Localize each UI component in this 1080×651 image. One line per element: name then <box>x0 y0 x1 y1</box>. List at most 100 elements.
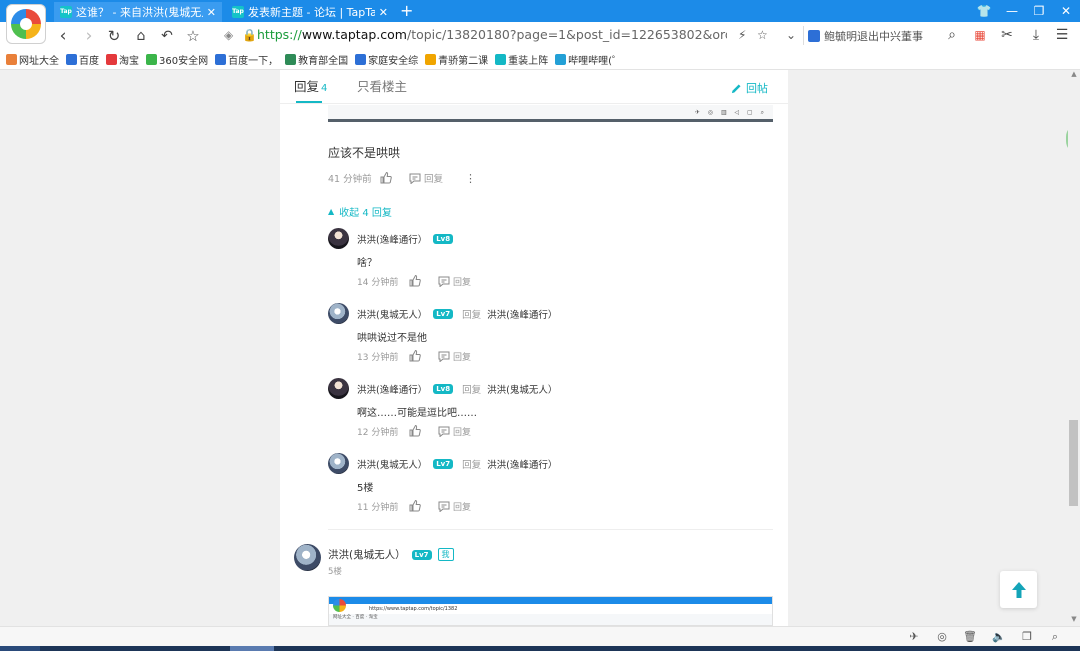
back-icon[interactable]: ‹ <box>52 25 74 47</box>
username[interactable]: 洪洪(逸峰通行） <box>357 232 427 246</box>
person-icon <box>425 53 437 65</box>
username[interactable]: 洪洪(逸峰通行） <box>357 382 427 396</box>
reply-text: 5楼 <box>357 483 374 494</box>
level-badge: Lv8 <box>433 384 454 394</box>
reply-button[interactable]: 回复 <box>424 171 443 185</box>
reply-meta: 14 分钟前 回复 <box>357 273 493 289</box>
taskbar-app-browser[interactable] <box>230 646 274 651</box>
comment-icon[interactable] <box>438 501 450 512</box>
back-to-top-button[interactable] <box>1000 571 1037 608</box>
menu-icon[interactable]: ☰ <box>1051 25 1073 46</box>
start-button[interactable] <box>0 646 40 651</box>
image-toolbar-icons: ✈ ◎ ▥ ◁ ▢ ⌕ <box>694 109 767 116</box>
tab-replies[interactable]: 回复 4 <box>294 79 327 96</box>
search-box[interactable]: 鲍毓明退出中兴董事 <box>808 25 963 46</box>
close-window-button[interactable]: ✕ <box>1052 1 1080 21</box>
post-screenshot-image[interactable]: https://www.taptap.com/topic/1382 网址大全 ·… <box>328 596 773 626</box>
comment-icon[interactable] <box>438 276 450 287</box>
scissors-icon[interactable]: ✂ <box>996 25 1018 46</box>
shirt-icon[interactable]: 👕 <box>970 1 998 21</box>
scrollbar-thumb[interactable] <box>1069 420 1078 506</box>
reply-button[interactable]: 回复 <box>453 425 471 438</box>
collapse-replies-button[interactable]: ▲ 收起 4 回复 <box>328 204 392 219</box>
screenshot-bookmark-label: 网址大全 <box>333 615 351 620</box>
zoom-icon[interactable]: ⌕ <box>1047 630 1063 644</box>
reply-meta: 11 分钟前 回复 <box>357 498 493 514</box>
taptap-icon: Tap <box>60 6 72 18</box>
username[interactable]: 洪洪(鬼城无人） <box>357 457 427 471</box>
trash-icon[interactable]: 🗑 <box>962 630 978 644</box>
download-icon[interactable]: ⤓ <box>1025 25 1047 46</box>
reply-author-row: 洪洪(鬼城无人） Lv7 回复 洪洪(逸峰通行） <box>357 307 557 321</box>
rocket-icon[interactable]: ✈ <box>906 630 922 644</box>
bookmark-item[interactable]: 哔哩哔哩(゜ <box>555 52 622 67</box>
bookmark-item[interactable]: 重装上阵 <box>495 52 548 67</box>
browser-logo[interactable] <box>6 4 46 44</box>
avatar[interactable] <box>328 228 349 249</box>
reload-icon[interactable]: ↻ <box>103 25 125 47</box>
avatar[interactable] <box>328 453 349 474</box>
comment-icon[interactable] <box>438 351 450 362</box>
scroll-up-icon[interactable]: ▲ <box>1068 70 1080 78</box>
bookmark-item[interactable]: 家庭安全综 <box>355 52 418 67</box>
bookmark-item[interactable]: 教育部全国 <box>285 52 348 67</box>
bookmark-label: 网址大全 <box>19 55 59 67</box>
undo-icon[interactable]: ↶ <box>156 25 178 47</box>
reply-button[interactable]: 回复 <box>453 500 471 513</box>
username[interactable]: 洪洪(鬼城无人） <box>328 547 406 562</box>
screenshot-bookmark-label: 淘宝 <box>368 615 378 620</box>
restore-button[interactable]: ❐ <box>1025 1 1053 21</box>
comment-icon[interactable] <box>409 173 421 184</box>
chevron-down-icon[interactable]: ⌄ <box>786 28 796 42</box>
minimize-button[interactable]: — <box>998 1 1026 21</box>
tab-close-icon[interactable]: ✕ <box>379 6 388 19</box>
scroll-down-icon[interactable]: ▼ <box>1068 615 1080 623</box>
bookmark-star-icon[interactable]: ☆ <box>757 28 768 42</box>
like-icon[interactable] <box>408 274 422 288</box>
reply-to-label: 回复 <box>462 310 482 321</box>
reply-target-username[interactable]: 洪洪(逸峰通行） <box>487 457 557 471</box>
avatar[interactable] <box>294 544 321 571</box>
bookmark-item[interactable]: 淘宝 <box>106 52 139 67</box>
bookmark-item[interactable]: 百度一下， <box>215 52 278 67</box>
like-icon[interactable] <box>408 499 422 513</box>
lightning-icon[interactable]: ⚡ <box>738 28 746 42</box>
post-image[interactable]: ✈ ◎ ▥ ◁ ▢ ⌕ <box>328 105 773 122</box>
avatar[interactable] <box>328 378 349 399</box>
window-icon[interactable]: ❐ <box>1019 630 1035 644</box>
reply-target-username[interactable]: 洪洪(鬼城无人） <box>487 382 557 396</box>
browser-tab-active[interactable]: Tap 这谁？ - 来自洪洪(鬼城无人) ✕ <box>54 2 222 22</box>
tab-owner-only[interactable]: 只看楼主 <box>357 79 407 94</box>
new-tab-button[interactable]: + <box>400 1 413 21</box>
bookmark-item[interactable]: 网址大全 <box>6 52 59 67</box>
like-icon[interactable] <box>408 424 422 438</box>
scrollbar-track[interactable] <box>1068 70 1080 626</box>
browser-tab-bar: Tap 这谁？ - 来自洪洪(鬼城无人) ✕ Tap 发表新主题 - 论坛 | … <box>0 0 1080 22</box>
search-icon[interactable]: ⌕ <box>941 25 963 46</box>
reply-button[interactable]: 回复 <box>453 275 471 288</box>
reply-button[interactable]: 回复 <box>453 350 471 363</box>
accelerate-icon[interactable]: ◎ <box>934 630 950 644</box>
address-bar[interactable]: https://www.taptap.com/topic/13820180?pa… <box>257 28 727 42</box>
shield-icon[interactable]: ◈ <box>224 28 233 42</box>
forward-icon[interactable]: › <box>78 25 100 47</box>
bookmark-item[interactable]: 百度 <box>66 52 99 67</box>
like-icon[interactable] <box>379 171 393 185</box>
avatar[interactable] <box>328 303 349 324</box>
home-icon[interactable]: ⌂ <box>130 25 152 47</box>
reply-post-button[interactable]: 回帖 <box>731 80 768 96</box>
browser-tab[interactable]: Tap 发表新主题 - 论坛 | TapTap 发 ✕ <box>226 2 394 22</box>
bookmark-item[interactable]: 360安全网 <box>146 52 208 67</box>
star-icon[interactable]: ☆ <box>182 25 204 47</box>
tab-close-icon[interactable]: ✕ <box>207 6 216 19</box>
comment-icon[interactable] <box>438 426 450 437</box>
more-options-icon[interactable]: ⋮ <box>465 172 476 185</box>
volume-icon[interactable]: 🔈 <box>991 630 1007 644</box>
like-icon[interactable] <box>408 349 422 363</box>
bookmark-label: 百度 <box>79 55 99 67</box>
bookmark-item[interactable]: 青骄第二课 <box>425 52 488 67</box>
username[interactable]: 洪洪(鬼城无人） <box>357 307 427 321</box>
apps-icon[interactable]: ▦ <box>969 25 991 46</box>
timestamp: 12 分钟前 <box>357 427 399 438</box>
reply-target-username[interactable]: 洪洪(逸峰通行） <box>487 307 557 321</box>
